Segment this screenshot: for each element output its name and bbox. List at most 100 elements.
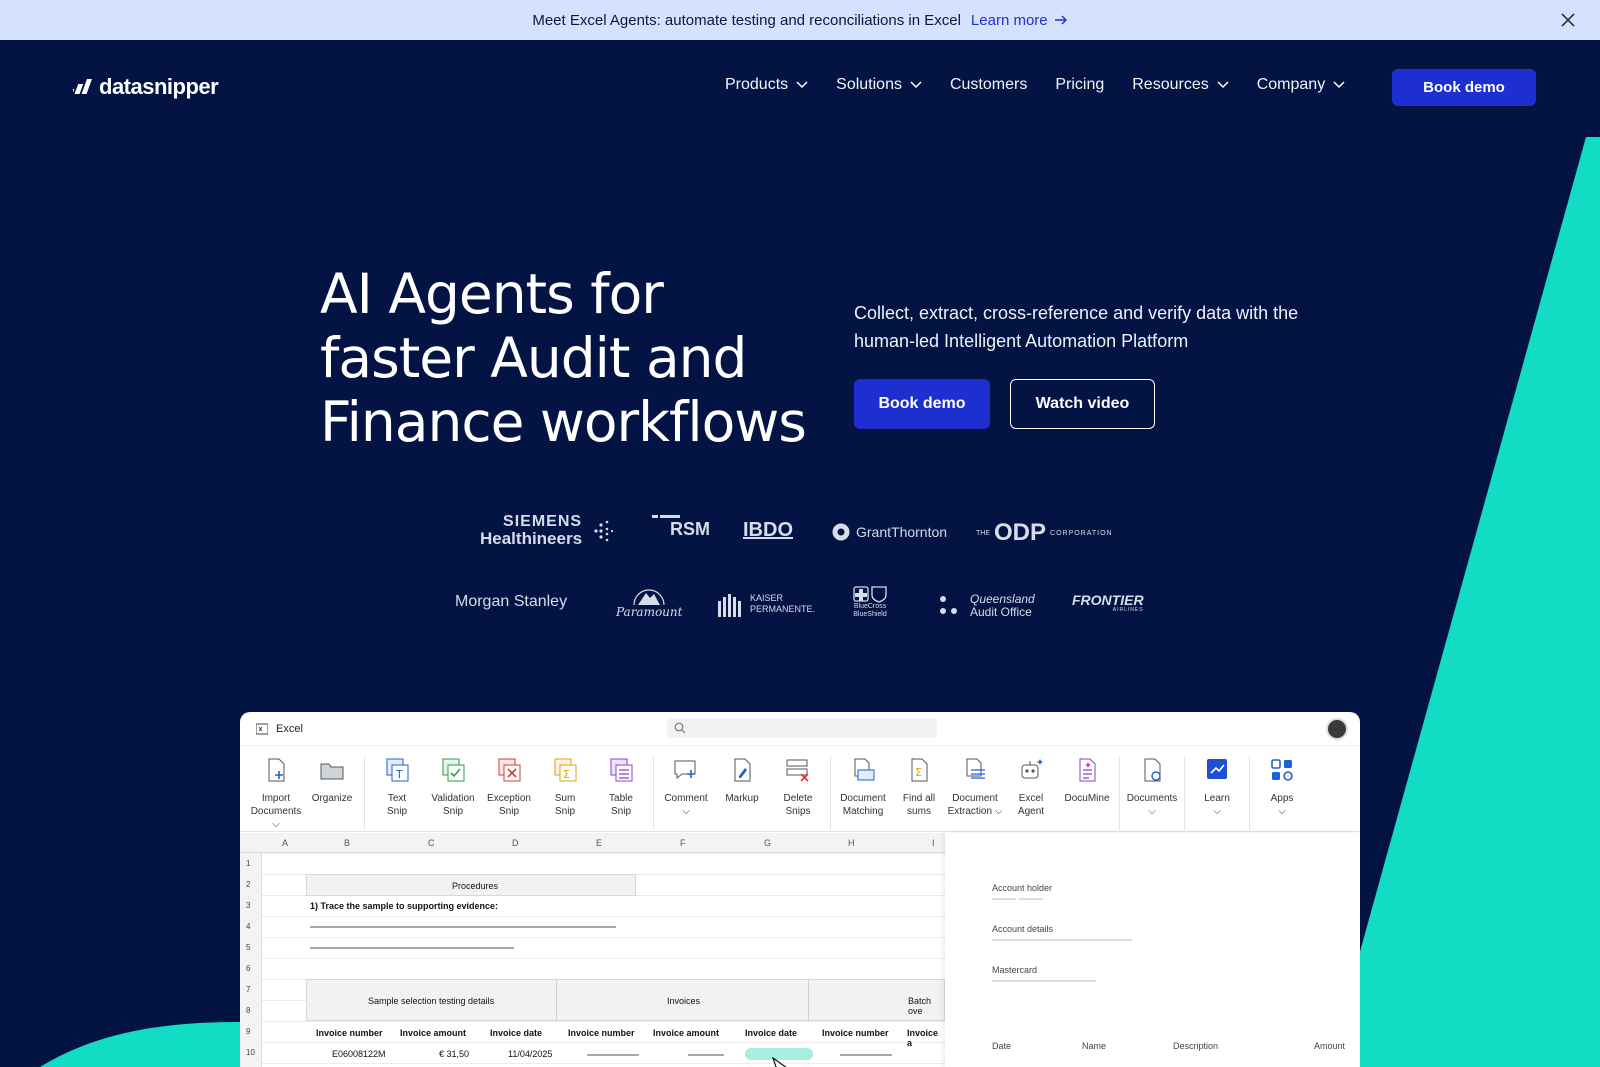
- ribbon-excel-agent[interactable]: Excel Agent: [1003, 756, 1059, 818]
- ribbon-learn[interactable]: Learn ⌵: [1189, 756, 1245, 818]
- rsm-logo: RSM: [650, 515, 710, 540]
- header-invoice-number: Invoice number: [822, 1028, 889, 1038]
- ribbon-organize[interactable]: Organize: [304, 756, 360, 805]
- ribbon-text-snip[interactable]: T Text Snip: [369, 756, 425, 818]
- excel-app-label: Excel: [256, 723, 303, 735]
- placeholder-line: [310, 926, 616, 928]
- ribbon-table-snip[interactable]: Table Snip: [593, 756, 649, 818]
- ribbon-label: Learn: [1204, 793, 1230, 804]
- cell-invoice-date[interactable]: 11/04/2025: [508, 1049, 552, 1059]
- grant-thornton-text: GrantThornton: [856, 524, 948, 540]
- excel-search-input[interactable]: [667, 718, 937, 738]
- nav-resources[interactable]: Resources: [1132, 76, 1229, 94]
- ribbon-separator: [1184, 756, 1185, 830]
- column-header: A: [282, 838, 289, 848]
- frontier-text: FRONTIER: [1072, 592, 1144, 608]
- ribbon-label: ⌵: [1278, 806, 1286, 817]
- folder-icon: [320, 763, 344, 780]
- nav-products[interactable]: Products: [725, 76, 808, 94]
- blueshield-text: BlueShield: [853, 611, 887, 618]
- ribbon-documine[interactable]: DocuMine: [1059, 756, 1115, 805]
- morgan-stanley-text: Morgan Stanley: [455, 593, 568, 610]
- ribbon-label: Delete: [783, 793, 813, 804]
- kaiser-permanente-logo: KAISER PERMANENTE.: [716, 591, 815, 617]
- user-avatar[interactable]: [1326, 718, 1348, 740]
- ribbon-find-all-sums[interactable]: Σ Find all sums: [891, 756, 947, 818]
- ribbon-label: Documents ⌵: [250, 806, 302, 830]
- nav-solutions[interactable]: Solutions: [836, 76, 922, 94]
- ribbon-label: Table: [609, 793, 633, 804]
- hero-title-line-3: Finance workflows: [320, 390, 807, 454]
- banner-learn-more-link[interactable]: Learn more: [971, 12, 1068, 29]
- siemens-healthineers-logo: SIEMENS Healthineers: [480, 513, 582, 547]
- svg-text:T: T: [395, 768, 403, 781]
- placeholder-line: [992, 980, 1096, 982]
- ribbon-label: Find all: [902, 793, 936, 804]
- apps-grid-icon: [1271, 759, 1293, 781]
- ribbon-separator: [1249, 756, 1250, 830]
- ribbon-import-documents[interactable]: Import Documents ⌵: [248, 756, 304, 831]
- rsm-text: RSM: [670, 519, 710, 539]
- ribbon-delete-snips[interactable]: Delete Snips: [770, 756, 826, 818]
- chevron-down-icon: [910, 81, 922, 89]
- table-header-amount: Amount: [1314, 1041, 1346, 1051]
- cell-invoice-number[interactable]: E06008122M: [332, 1049, 386, 1059]
- spreadsheet[interactable]: A B C D E F G H I 1 2 3 4 5 6 7 8 9 10 P…: [240, 833, 945, 1067]
- comment-icon: [674, 760, 696, 780]
- cell-invoice-amount[interactable]: € 31,50: [439, 1049, 469, 1059]
- nav-products-label: Products: [725, 76, 789, 93]
- watch-video-button[interactable]: Watch video: [1010, 379, 1155, 429]
- ribbon-comment[interactable]: Comment ⌵: [658, 756, 714, 818]
- qao-dots-icon: [940, 596, 957, 614]
- nav-company[interactable]: Company: [1257, 76, 1345, 94]
- documents-settings-icon: [1144, 758, 1161, 782]
- odp-text: ODP: [994, 519, 1047, 546]
- ribbon-sum-snip[interactable]: Σ Sum Snip: [537, 756, 593, 818]
- excel-icon: [256, 723, 268, 734]
- account-details-label: Account details: [992, 924, 1054, 934]
- placeholder-line: [1019, 898, 1043, 900]
- logo-text: datasnipper: [99, 74, 219, 99]
- banner-text: Meet Excel Agents: automate testing and …: [532, 11, 961, 29]
- svg-text:Σ: Σ: [563, 768, 570, 781]
- import-documents-icon: [268, 758, 285, 782]
- ribbon-label: Excel: [1018, 793, 1044, 804]
- header-invoice-date: Invoice date: [745, 1028, 798, 1038]
- ribbon-label: Markup: [725, 793, 759, 804]
- nav-customers[interactable]: Customers: [950, 76, 1027, 94]
- close-icon[interactable]: [1558, 10, 1578, 30]
- ribbon-markup[interactable]: Markup: [714, 756, 770, 805]
- header-invoice-amount: Invoice a: [907, 1028, 939, 1048]
- placeholder-line: [310, 947, 514, 949]
- rsm-bars-icon: [652, 515, 680, 518]
- robot-icon: [1021, 759, 1043, 779]
- procedure-step-1: 1) Trace the sample to supporting eviden…: [310, 901, 499, 911]
- bdo-text: IBDO: [743, 519, 793, 541]
- ribbon-apps[interactable]: Apps ⌵: [1254, 756, 1310, 818]
- ribbon-documents[interactable]: Documents ⌵: [1124, 756, 1180, 818]
- ribbon-validation-snip[interactable]: Validation Snip: [425, 756, 481, 818]
- svg-text:Σ: Σ: [915, 766, 922, 779]
- table-header-description: Description: [1173, 1041, 1219, 1051]
- ribbon-label: Document: [952, 793, 998, 804]
- document-viewer-panel[interactable]: Account holder Account details Mastercar…: [945, 833, 1360, 1067]
- bluecross-shield-icon: [853, 586, 887, 603]
- ribbon-label: Snip: [442, 806, 463, 817]
- ribbon-label: Matching: [842, 806, 884, 817]
- ribbon-document-matching[interactable]: Document Matching: [835, 756, 891, 818]
- table-header-date: Date: [992, 1041, 1012, 1051]
- nav-pricing[interactable]: Pricing: [1055, 76, 1104, 94]
- datasnipper-logo[interactable]: datasnipper: [73, 74, 219, 100]
- column-header: D: [512, 838, 519, 848]
- column-header: G: [764, 838, 772, 848]
- bluecross-blueshield-logo: BlueCross BlueShield: [850, 585, 890, 619]
- row-header: 9: [246, 1027, 251, 1036]
- column-header: H: [848, 838, 855, 848]
- ribbon-document-extraction[interactable]: Document Extraction ⌵: [947, 756, 1003, 818]
- sum-snip-icon: Σ: [554, 758, 577, 782]
- ribbon-exception-snip[interactable]: Exception Snip: [481, 756, 537, 818]
- ribbon-label: ⌵: [1148, 806, 1156, 817]
- frontier-airlines-logo: FRONTIER AIRLINES: [1072, 593, 1144, 613]
- nav-book-demo-button[interactable]: Book demo: [1392, 69, 1536, 106]
- hero-book-demo-button[interactable]: Book demo: [854, 379, 990, 429]
